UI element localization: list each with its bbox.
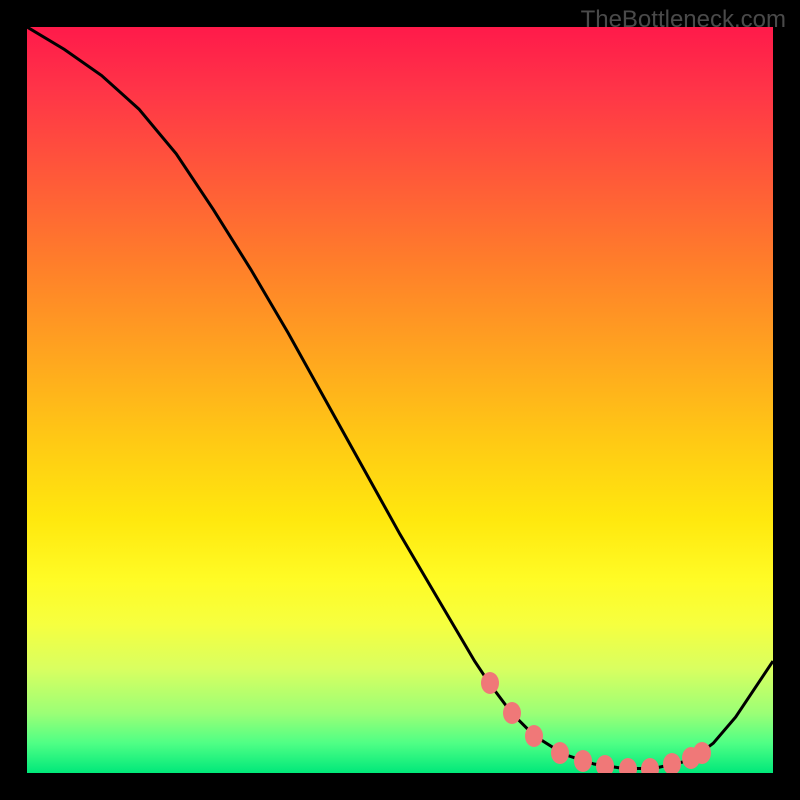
bottleneck-curve <box>27 27 773 769</box>
marker-dot <box>663 753 681 773</box>
curve-svg <box>27 27 773 773</box>
watermark-text: TheBottleneck.com <box>581 6 786 34</box>
marker-dot <box>596 755 614 773</box>
marker-dot <box>574 750 592 772</box>
marker-dot <box>551 742 569 764</box>
marker-dot <box>641 758 659 773</box>
marker-dot <box>503 702 521 724</box>
plot-area <box>27 27 773 773</box>
marker-dot <box>525 725 543 747</box>
marker-dot <box>619 758 637 773</box>
marker-dot <box>481 672 499 694</box>
marker-dot <box>693 742 711 764</box>
